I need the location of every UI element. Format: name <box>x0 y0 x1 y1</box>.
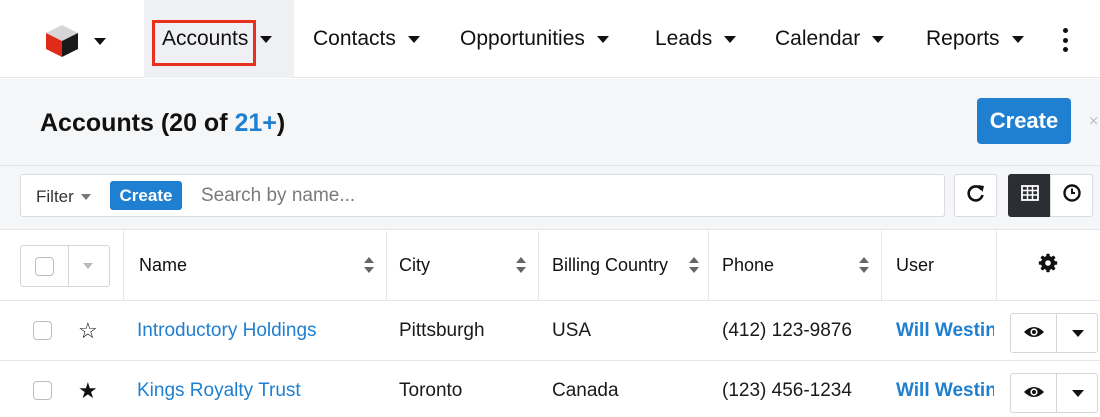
mass-select-dropdown[interactable] <box>20 245 110 287</box>
chevron-down-icon[interactable] <box>407 35 420 43</box>
column-header-user[interactable]: User <box>881 231 996 300</box>
sort-icon[interactable] <box>364 257 374 273</box>
tab-label: Leads <box>655 27 713 50</box>
logo-menu[interactable] <box>44 24 114 58</box>
tab-contacts[interactable]: Contacts <box>313 0 420 78</box>
activity-stream-button[interactable] <box>1050 174 1093 217</box>
account-name-link[interactable]: Introductory Holdings <box>137 320 317 342</box>
title-suffix: ) <box>276 109 286 137</box>
select-all-checkbox[interactable] <box>35 257 54 276</box>
refresh-icon <box>966 183 986 208</box>
chevron-down-icon[interactable] <box>83 263 93 269</box>
row-checkbox-cell[interactable] <box>33 361 63 417</box>
tab-label: Contacts <box>313 27 396 50</box>
star-filled-icon[interactable]: ★ <box>78 378 98 404</box>
city-cell: Pittsburgh <box>399 319 485 341</box>
column-header-city[interactable]: City <box>386 231 538 300</box>
column-label: City <box>399 255 430 275</box>
row-checkbox[interactable] <box>33 381 52 400</box>
row-actions <box>1010 373 1098 413</box>
table-row: ★ Kings Royalty Trust Toronto Canada (12… <box>0 361 1100 417</box>
user-link[interactable]: Will Westin <box>896 380 994 402</box>
column-label: Phone <box>722 255 775 275</box>
chevron-down-icon[interactable] <box>1072 390 1084 397</box>
list-view-button[interactable] <box>1008 174 1051 217</box>
country-cell: USA <box>552 319 592 341</box>
record-count-link[interactable]: 21+ <box>234 109 276 137</box>
sort-icon[interactable] <box>859 257 869 273</box>
row-checkbox[interactable] <box>33 321 52 340</box>
sugar-cube-logo-icon <box>44 23 80 59</box>
sort-icon[interactable] <box>516 257 526 273</box>
chevron-down-icon[interactable] <box>260 35 273 43</box>
filter-bar: Filter Create <box>0 166 1100 230</box>
user-link[interactable]: Will Westin <box>896 320 994 342</box>
row-actions <box>1010 313 1098 353</box>
column-header-name[interactable]: Name <box>123 231 386 300</box>
clock-icon <box>1062 183 1082 208</box>
tab-label: Reports <box>926 27 1000 50</box>
gear-icon[interactable] <box>1038 253 1058 278</box>
filter-label: Filter <box>36 187 74 206</box>
column-settings[interactable] <box>996 231 1100 300</box>
phone-cell: (412) 123-9876 <box>722 319 852 341</box>
chevron-down-icon <box>80 194 91 200</box>
user-cell: Will Westin <box>896 361 996 417</box>
favorite-toggle[interactable]: ★ <box>78 361 108 417</box>
column-header-phone[interactable]: Phone <box>708 231 881 300</box>
highlight-box <box>152 20 256 66</box>
country-cell: Canada <box>552 379 619 401</box>
filter-dropdown[interactable]: Filter <box>36 187 91 207</box>
chevron-down-icon[interactable] <box>596 35 609 43</box>
chevron-down-icon[interactable] <box>872 35 885 43</box>
chevron-down-icon <box>94 37 106 45</box>
search-input[interactable] <box>201 182 901 210</box>
refresh-button[interactable] <box>954 174 997 217</box>
title-text: Accounts (20 of <box>40 109 235 137</box>
star-outline-icon[interactable]: ☆ <box>78 318 98 344</box>
table-header-row: Name City Billing Country Phone User <box>0 231 1100 301</box>
tab-label: Opportunities <box>460 27 585 50</box>
tab-opportunities[interactable]: Opportunities <box>460 0 609 78</box>
preview-eye-icon[interactable] <box>1023 324 1045 345</box>
tab-leads[interactable]: Leads <box>655 0 737 78</box>
sort-icon[interactable] <box>689 257 699 273</box>
page-title: Accounts (20 of 21+) <box>40 109 285 138</box>
table-row: ☆ Introductory Holdings Pittsburgh USA (… <box>0 301 1100 361</box>
row-checkbox-cell[interactable] <box>33 301 63 360</box>
tab-reports[interactable]: Reports <box>926 0 1024 78</box>
filter-box: Filter Create <box>20 174 945 217</box>
kebab-icon[interactable] <box>1061 28 1069 52</box>
column-label: Billing Country <box>552 255 669 275</box>
account-name-link[interactable]: Kings Royalty Trust <box>137 380 301 402</box>
chevron-down-icon[interactable] <box>1072 330 1084 337</box>
account-name-cell: Kings Royalty Trust <box>137 361 386 417</box>
column-header-billing-country[interactable]: Billing Country <box>538 231 708 300</box>
city-cell: Toronto <box>399 379 463 401</box>
phone-cell: (123) 456-1234 <box>722 379 852 401</box>
account-name-cell: Introductory Holdings <box>137 301 386 360</box>
chevron-down-icon[interactable] <box>1011 35 1024 43</box>
user-cell: Will Westin <box>896 301 996 360</box>
favorite-toggle[interactable]: ☆ <box>78 301 108 360</box>
chevron-down-icon[interactable] <box>724 35 737 43</box>
preview-eye-icon[interactable] <box>1023 384 1045 405</box>
table-icon <box>1020 185 1039 206</box>
column-label: User <box>896 255 935 275</box>
column-label: Name <box>139 255 188 275</box>
tab-label: Calendar <box>775 27 861 50</box>
close-icon[interactable]: × <box>1089 113 1098 131</box>
tab-calendar[interactable]: Calendar <box>775 0 885 78</box>
list-header: Accounts (20 of 21+) Create × <box>0 79 1100 166</box>
create-button[interactable]: Create <box>977 98 1071 144</box>
top-navigation: Accounts Contacts Opportunities Leads Ca… <box>0 0 1100 78</box>
create-filter-button[interactable]: Create <box>110 181 182 210</box>
